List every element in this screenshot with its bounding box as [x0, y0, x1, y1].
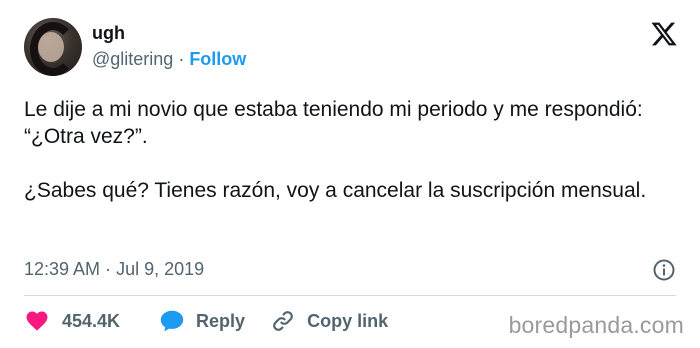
tweet-text: Le dije a mi novio que estaba teniendo m… — [24, 98, 647, 202]
author-handle[interactable]: @glitering — [92, 49, 173, 69]
timestamp-separator: · — [100, 259, 117, 279]
heart-icon — [26, 311, 48, 331]
author-display-name[interactable]: ugh — [92, 22, 125, 44]
tweet-date[interactable]: Jul 9, 2019 — [116, 259, 204, 279]
divider — [24, 295, 676, 296]
tweet-time[interactable]: 12:39 AM — [24, 259, 100, 279]
reply-bubble-icon — [160, 310, 184, 332]
like-count: 454.4K — [62, 310, 121, 331]
link-icon — [273, 311, 293, 331]
reply-label: Reply — [196, 310, 246, 331]
follow-button[interactable]: Follow — [189, 49, 246, 69]
avatar[interactable] — [24, 18, 82, 76]
action-bar: 454.4K Reply Copy link — [24, 308, 388, 334]
avatar-face — [38, 32, 64, 62]
reply-button[interactable]: Reply — [160, 310, 245, 332]
author-handle-row: @glitering · Follow — [92, 48, 246, 70]
tweet-timestamp[interactable]: 12:39 AM · Jul 9, 2019 — [24, 258, 204, 280]
copy-link-label: Copy link — [307, 310, 389, 331]
info-icon[interactable] — [652, 258, 676, 282]
handle-separator: · — [173, 49, 190, 69]
x-logo-icon[interactable] — [650, 20, 678, 48]
like-button[interactable]: 454.4K — [24, 311, 120, 332]
copy-link-button[interactable]: Copy link — [271, 309, 388, 333]
watermark: boredpanda.com — [508, 312, 684, 338]
